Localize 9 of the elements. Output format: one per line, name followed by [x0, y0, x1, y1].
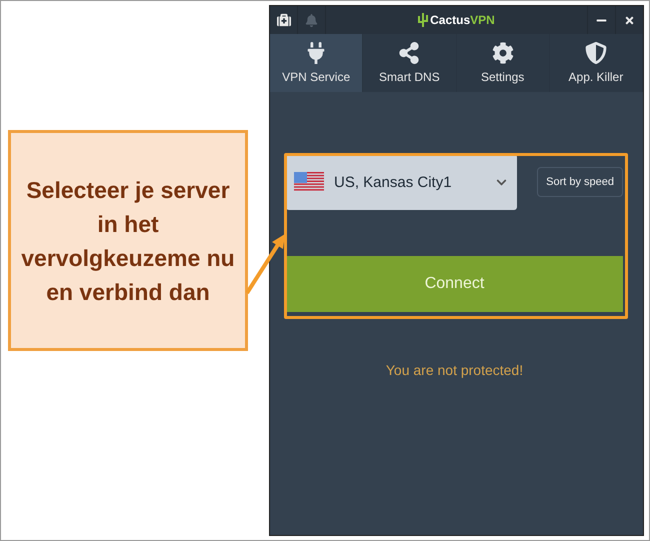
- tab[interactable]: Settings: [456, 34, 550, 92]
- status-text: You are not protected!: [384, 362, 524, 378]
- tab[interactable]: Smart DNS: [363, 34, 456, 92]
- server-dropdown[interactable]: US, Kansas City1: [286, 154, 518, 210]
- app-logo-text: CactusVPN: [430, 13, 495, 27]
- callout-text: Selecteer je server in het vervolgkeuzeme nu en verbind dan: [8, 130, 248, 351]
- tab[interactable]: VPN Service: [270, 34, 364, 92]
- tab[interactable]: App. Killer: [550, 34, 643, 92]
- sort-button[interactable]: Sort by speed: [537, 167, 623, 197]
